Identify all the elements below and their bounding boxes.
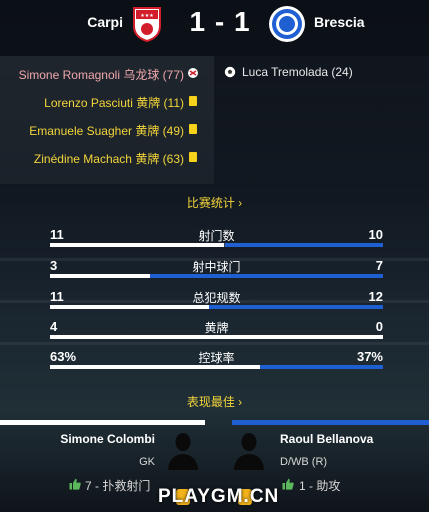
- stat-bar-home: [50, 274, 150, 278]
- stat-label: 总犯规数: [192, 291, 241, 305]
- yellow-card-icon: [189, 96, 197, 106]
- stat-label: 控球率: [198, 351, 235, 365]
- stat-row-shots-on-target: 3 射中球门 7: [50, 256, 383, 278]
- own-goal-icon: [188, 68, 198, 78]
- event-yellow-card[interactable]: Zinédine Machach 黄牌 (63): [34, 150, 184, 167]
- stat-bar-away: [149, 274, 383, 278]
- event-goal[interactable]: Luca Tremolada (24): [242, 65, 353, 79]
- svg-text:★★★: ★★★: [140, 13, 154, 19]
- stat-bar-away: [224, 243, 383, 247]
- watermark-logo: PLAYGM.CN: [158, 486, 280, 507]
- stat-away-value: 37%: [356, 349, 383, 364]
- stat-label: 射门数: [198, 229, 235, 243]
- stat-row-possession: 63% 控球率 37%: [50, 347, 383, 369]
- stat-row-fouls: 11 总犯规数 12: [50, 287, 383, 309]
- match-stats-link[interactable]: 比赛统计 ›: [0, 194, 429, 211]
- stat-away-value: 7: [375, 258, 383, 273]
- player-name[interactable]: Simone Colombi: [60, 432, 155, 446]
- avatar-silhouette-icon: [168, 433, 198, 470]
- stat-bar-away: [259, 365, 383, 369]
- match-score: 1 - 1: [189, 6, 251, 37]
- match-header: Carpi ★★★ 1 - 1 Brescia: [0, 0, 429, 48]
- background-rail: [0, 342, 429, 345]
- thumbs-up-icon: [282, 478, 294, 490]
- event-yellow-card[interactable]: Emanuele Suagher 黄牌 (49): [29, 122, 184, 139]
- stat-row-yellow-cards: 4 黄牌 0: [50, 317, 383, 339]
- thumbs-up-icon: [69, 478, 81, 490]
- event-own-goal[interactable]: Simone Romagnoli 乌龙球 (77): [19, 66, 184, 83]
- player-rating: 1 - 助攻: [299, 479, 341, 493]
- avatar-silhouette-icon: [234, 433, 264, 470]
- away-team-name[interactable]: Brescia: [314, 14, 365, 30]
- player-rating: 7 - 扑救射门: [85, 479, 151, 493]
- goal-ball-icon: [224, 66, 236, 78]
- brescia-crest-icon[interactable]: [268, 5, 306, 43]
- stat-row-shots: 11 射门数 10: [50, 225, 383, 247]
- stat-bar-home: [50, 335, 383, 339]
- yellow-card-icon: [189, 152, 197, 162]
- home-events-panel: Simone Romagnoli 乌龙球 (77) Lorenzo Pasciu…: [0, 56, 214, 184]
- stat-away-value: 0: [375, 319, 383, 334]
- home-color-stripe: [0, 420, 205, 425]
- player-position: GK: [139, 456, 155, 468]
- stat-bar-home: [50, 305, 210, 309]
- yellow-card-icon: [189, 124, 197, 134]
- stat-bar-home: [50, 365, 260, 369]
- stat-bar-home: [50, 243, 225, 247]
- player-name[interactable]: Raoul Bellanova: [280, 432, 373, 446]
- player-position: D/WB (R): [280, 456, 328, 468]
- stat-label: 射中球门: [192, 260, 241, 274]
- stat-label: 黄牌: [204, 321, 229, 335]
- stat-away-value: 12: [368, 289, 383, 304]
- stat-bar-away: [209, 305, 383, 309]
- stat-away-value: 10: [368, 227, 383, 242]
- away-color-stripe: [232, 420, 429, 425]
- home-team-name[interactable]: Carpi: [87, 14, 123, 30]
- carpi-crest-icon[interactable]: ★★★: [132, 6, 162, 42]
- best-performers-link[interactable]: 表现最佳 ›: [0, 393, 429, 410]
- event-yellow-card[interactable]: Lorenzo Pasciuti 黄牌 (11): [44, 94, 184, 111]
